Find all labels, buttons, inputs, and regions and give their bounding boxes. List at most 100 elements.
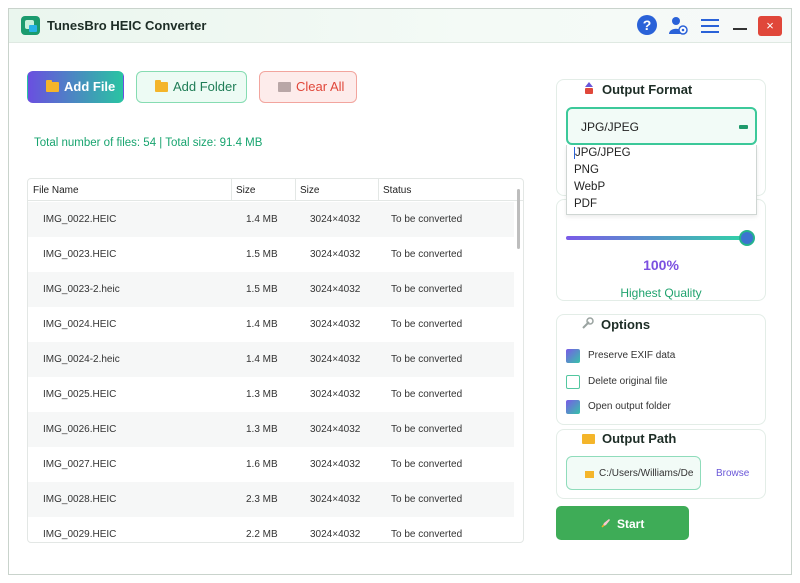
folder-icon (585, 471, 594, 478)
preserve-exif-checkbox[interactable] (566, 349, 580, 363)
column-divider (378, 179, 379, 201)
menu-icon[interactable] (699, 15, 721, 37)
file-status: To be converted (391, 459, 463, 470)
file-status: To be converted (391, 529, 463, 540)
file-dimensions: 3024×4032 (310, 424, 361, 435)
table-row[interactable]: IMG_0025.HEIC 1.3 MB 3024×4032 To be con… (28, 377, 514, 412)
file-size: 1.5 MB (246, 249, 278, 260)
column-header-file-name[interactable]: File Name (33, 185, 79, 196)
file-size: 1.4 MB (246, 354, 278, 365)
quality-value: 100% (643, 257, 679, 273)
file-name: IMG_0024-2.heic (43, 354, 120, 365)
options-title: Options (601, 317, 651, 332)
browse-link[interactable]: Browse (716, 468, 749, 479)
file-dimensions: 3024×4032 (310, 389, 361, 400)
format-option-webp[interactable]: WebP (574, 181, 605, 193)
file-summary: Total number of files: 54 | Total size: … (34, 137, 263, 149)
table-row[interactable]: IMG_0027.HEIC 1.6 MB 3024×4032 To be con… (28, 447, 514, 482)
file-status: To be converted (391, 389, 463, 400)
column-header-status[interactable]: Status (383, 185, 411, 196)
file-dimensions: 3024×4032 (310, 354, 361, 365)
column-header-dimensions[interactable]: Size (300, 185, 319, 196)
file-size: 2.3 MB (246, 494, 278, 505)
account-icon[interactable] (667, 15, 689, 37)
table-row[interactable]: IMG_0023.HEIC 1.5 MB 3024×4032 To be con… (28, 237, 514, 272)
folder-icon (46, 80, 59, 92)
file-dimensions: 3024×4032 (310, 529, 361, 540)
trash-icon (278, 82, 291, 92)
add-folder-button[interactable]: Add Folder (136, 71, 247, 103)
file-name: IMG_0023.HEIC (43, 249, 117, 260)
quality-slider-track[interactable] (566, 236, 748, 240)
file-dimensions: 3024×4032 (310, 284, 361, 295)
quality-slider-thumb[interactable] (739, 230, 755, 246)
file-size: 1.5 MB (246, 284, 278, 295)
dropdown-toggle-icon[interactable] (739, 125, 748, 129)
column-divider (295, 179, 296, 201)
start-button[interactable]: Start (556, 506, 689, 540)
file-name: IMG_0028.HEIC (43, 494, 117, 505)
preserve-exif-label: Preserve EXIF data (588, 350, 676, 361)
table-row[interactable]: IMG_0026.HEIC 1.3 MB 3024×4032 To be con… (28, 412, 514, 447)
wrench-icon (581, 317, 594, 335)
format-option-jpg[interactable]: JPG/JPEG (574, 147, 631, 159)
table-row[interactable]: IMG_0024-2.heic 1.4 MB 3024×4032 To be c… (28, 342, 514, 377)
file-name: IMG_0027.HEIC (43, 459, 117, 470)
open-output-folder-checkbox[interactable] (566, 400, 580, 414)
output-format-dropdown: JPG/JPEG PNG WebP PDF (566, 145, 757, 215)
file-name: IMG_0023-2.heic (43, 284, 120, 295)
output-format-title: Output Format (602, 82, 693, 97)
table-row[interactable]: IMG_0028.HEIC 2.3 MB 3024×4032 To be con… (28, 482, 514, 517)
output-format-selected: JPG/JPEG (581, 120, 640, 134)
delete-original-label: Delete original file (588, 376, 668, 387)
add-file-button[interactable]: Add File (27, 71, 124, 103)
clear-all-label: Clear All (296, 79, 345, 94)
clear-all-button[interactable]: Clear All (259, 71, 357, 103)
start-label: Start (617, 517, 645, 531)
add-folder-label: Add Folder (173, 79, 237, 94)
app-title: TunesBro HEIC Converter (47, 18, 207, 33)
file-status: To be converted (391, 214, 463, 225)
file-size: 1.3 MB (246, 389, 278, 400)
table-scrollbar[interactable] (517, 189, 520, 249)
close-button[interactable]: × (758, 16, 782, 36)
file-name: IMG_0025.HEIC (43, 389, 117, 400)
output-format-select[interactable]: JPG/JPEG (566, 107, 757, 145)
column-header-size[interactable]: Size (236, 185, 255, 196)
add-file-label: Add File (64, 79, 116, 94)
file-status: To be converted (391, 319, 463, 330)
open-output-folder-label: Open output folder (588, 401, 671, 412)
file-dimensions: 3024×4032 (310, 459, 361, 470)
file-name: IMG_0024.HEIC (43, 319, 117, 330)
help-icon[interactable]: ? (637, 15, 657, 35)
file-name: IMG_0029.HEIC (43, 529, 117, 540)
title-bar: TunesBro HEIC Converter ? × (9, 9, 791, 43)
file-size: 1.4 MB (246, 214, 278, 225)
table-row[interactable]: IMG_0029.HEIC 2.2 MB 3024×4032 To be con… (28, 517, 514, 542)
table-row[interactable]: IMG_0024.HEIC 1.4 MB 3024×4032 To be con… (28, 307, 514, 342)
table-row[interactable]: IMG_0022.HEIC 1.4 MB 3024×4032 To be con… (28, 202, 514, 237)
folder-icon (155, 80, 168, 92)
file-size: 2.2 MB (246, 529, 278, 540)
file-status: To be converted (391, 354, 463, 365)
table-row[interactable]: IMG_0023-2.heic 1.5 MB 3024×4032 To be c… (28, 272, 514, 307)
file-dimensions: 3024×4032 (310, 319, 361, 330)
file-table: File Name Size Size Status IMG_0022.HEIC… (27, 178, 524, 543)
file-dimensions: 3024×4032 (310, 214, 361, 225)
output-path-value: C:/Users/Williams/De (599, 468, 694, 479)
app-logo-icon (21, 16, 40, 35)
file-dimensions: 3024×4032 (310, 494, 361, 505)
file-status: To be converted (391, 494, 463, 505)
file-size: 1.6 MB (246, 459, 278, 470)
output-path-title: Output Path (602, 431, 677, 446)
file-name: IMG_0026.HEIC (43, 424, 117, 435)
format-option-pdf[interactable]: PDF (574, 198, 597, 210)
output-format-icon (583, 82, 595, 100)
output-path-field[interactable]: C:/Users/Williams/De (566, 456, 701, 490)
minimize-button[interactable] (729, 16, 751, 36)
folder-icon (582, 434, 595, 444)
format-option-png[interactable]: PNG (574, 164, 599, 176)
delete-original-checkbox[interactable] (566, 375, 580, 389)
file-status: To be converted (391, 284, 463, 295)
file-status: To be converted (391, 424, 463, 435)
